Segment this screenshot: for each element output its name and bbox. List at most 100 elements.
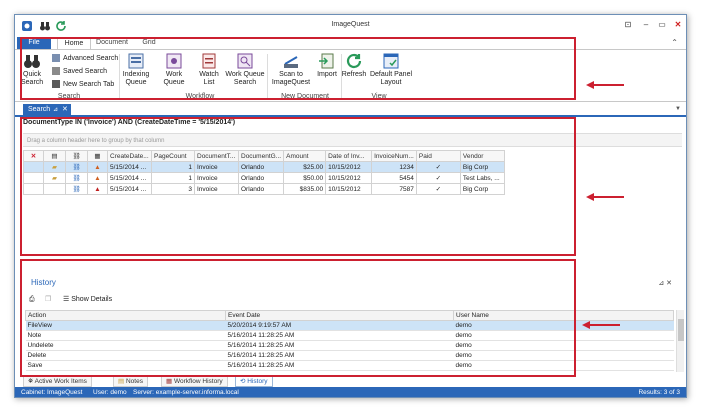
col-documentgroup[interactable]: DocumentG... — [237, 150, 285, 162]
col-documenttype[interactable]: DocumentT... — [194, 150, 239, 162]
row-marker — [23, 172, 44, 184]
cell-pagecount: 1 — [151, 172, 195, 184]
tab-workflow-history[interactable]: ▦ Workflow History — [161, 375, 228, 387]
watch-list-button[interactable]: Watch List — [197, 52, 221, 87]
advanced-search-button[interactable]: Advanced Search — [51, 53, 118, 65]
col-vendor[interactable]: Vendor — [459, 150, 505, 162]
new-search-tab-button[interactable]: New Search Tab — [51, 79, 114, 91]
cell-invoice-number: 1234 — [371, 161, 417, 173]
list-item[interactable]: Undelete 5/16/2014 11:28:25 AM demo — [25, 340, 674, 351]
refresh-button[interactable]: Refresh — [341, 52, 367, 79]
minimize-button[interactable]: – — [639, 18, 653, 31]
cell-action: Delete — [25, 350, 226, 361]
indexing-queue-button[interactable]: Indexing Queue — [121, 52, 151, 87]
document-column-icon[interactable]: ▦ — [87, 150, 108, 162]
tab-search[interactable]: Search ⊿ ✕ — [23, 104, 71, 116]
list-item[interactable]: Delete 5/16/2014 11:28:25 AM demo — [25, 350, 674, 361]
cell-invoice-number: 5454 — [371, 172, 417, 184]
quick-search-button[interactable]: Quick Search — [21, 52, 43, 87]
cell-documenttype: Invoice — [194, 172, 239, 184]
col-invoice-date[interactable]: Date of Inv... — [325, 150, 373, 162]
col-amount[interactable]: Amount — [283, 150, 327, 162]
tab-home[interactable]: Home — [57, 37, 91, 49]
group-label-workflow: Workflow — [185, 93, 215, 100]
folder-column-icon[interactable]: ▤ — [43, 150, 66, 162]
tab-menu-icon[interactable]: ▼ — [675, 106, 681, 112]
new-tab-icon — [52, 80, 60, 89]
col-createdate[interactable]: CreateDate... — [107, 150, 152, 162]
group-label-view: View — [371, 93, 387, 100]
row-marker — [23, 183, 44, 195]
cell-invoice-date: 10/15/2012 — [325, 172, 373, 184]
default-panel-layout-button[interactable]: Default Panel Layout — [369, 52, 413, 87]
col-user-name[interactable]: User Name — [453, 310, 674, 321]
table-row[interactable]: ⛓ ▲ 5/15/2014 ... 3 Invoice Orlando $835… — [23, 183, 505, 195]
tab-file[interactable]: File — [17, 37, 51, 49]
image-file-icon: ▲ — [87, 172, 108, 184]
new-search-tab-label: New Search Tab — [63, 81, 115, 88]
cell-invoice-number: 7587 — [371, 183, 417, 195]
table-row[interactable]: ▰ ⛓ ▲ 5/15/2014 ... 1 Invoice Orlando $2… — [23, 161, 505, 173]
print-icon[interactable]: ⎙ — [29, 295, 35, 305]
cell-user: demo — [453, 360, 674, 371]
col-pagecount[interactable]: PageCount — [151, 150, 195, 162]
tab-grid[interactable]: Grid — [135, 37, 163, 49]
tab-active-work-items[interactable]: ⛯ Active Work Items — [23, 375, 92, 387]
col-event-date[interactable]: Event Date — [225, 310, 454, 321]
restore-layout-icon[interactable]: ⊡ — [621, 18, 635, 31]
list-item[interactable]: FileView 5/20/2014 9:19:57 AM demo — [25, 320, 674, 331]
image-file-icon: ▲ — [87, 161, 108, 173]
paid-checkbox[interactable]: ✓ — [415, 183, 461, 195]
history-panel-controls[interactable]: ⊿ ✕ — [658, 279, 672, 287]
history-grid: Action Event Date User Name FileView 5/2… — [25, 310, 674, 371]
paid-checkbox[interactable]: ✓ — [415, 161, 461, 173]
clear-filter-icon[interactable]: ✕ — [23, 150, 44, 162]
link-column-icon[interactable]: ⛓ — [65, 150, 88, 162]
status-cabinet: Cabinet: ImageQuest — [21, 389, 83, 396]
ribbon: Quick Search Advanced Search Saved Searc… — [15, 49, 686, 102]
col-invoice-number[interactable]: InvoiceNum... — [371, 150, 417, 162]
scan-button[interactable]: Scan to ImageQuest — [269, 52, 313, 87]
tab-history[interactable]: ⟲ History — [235, 375, 273, 387]
close-button[interactable]: ✕ — [671, 18, 685, 31]
search-filter-expression: DocumentType IN ('Invoice') AND (CreateD… — [23, 119, 236, 126]
binoculars-icon — [24, 55, 40, 68]
work-queue-button[interactable]: Work Queue — [156, 52, 192, 87]
saved-search-button[interactable]: Saved Search — [51, 66, 107, 78]
saved-search-icon — [52, 67, 60, 76]
tab-notes[interactable]: ▤ Notes — [113, 375, 148, 387]
cell-createdate: 5/15/2014 ... — [107, 183, 152, 195]
copy-icon[interactable]: ❐ — [45, 295, 51, 305]
import-button[interactable]: Import — [315, 52, 339, 79]
title-bar: ImageQuest ⊡ – ▭ ✕ — [15, 15, 686, 37]
tab-notes-label: Notes — [125, 378, 143, 385]
col-paid[interactable]: Paid — [415, 150, 461, 162]
close-tab-icon[interactable]: ✕ — [62, 104, 68, 116]
pin-icon[interactable]: ⊿ — [53, 104, 58, 116]
col-action[interactable]: Action — [25, 310, 226, 321]
refresh-label: Refresh — [341, 71, 367, 78]
work-queue-search-button[interactable]: Work Queue Search — [225, 52, 265, 87]
list-item[interactable]: Note 5/16/2014 11:28:25 AM demo — [25, 330, 674, 341]
cell-pagecount: 3 — [151, 183, 195, 195]
work-items-icon: ⛯ — [28, 378, 34, 385]
cell-vendor: Big Corp — [459, 183, 505, 195]
cell-event-date: 5/16/2014 11:28:25 AM — [225, 350, 454, 361]
table-row[interactable]: ▰ ⛓ ▲ 5/15/2014 ... 1 Invoice Orlando $5… — [23, 172, 505, 184]
tab-document[interactable]: Document — [93, 37, 131, 49]
history-scrollbar[interactable] — [676, 310, 684, 372]
link-icon: ⛓ — [65, 172, 88, 184]
cell-invoice-date: 10/15/2012 — [325, 161, 373, 173]
maximize-button[interactable]: ▭ — [655, 18, 669, 31]
list-item[interactable]: Save 5/16/2014 11:28:25 AM demo — [25, 360, 674, 371]
scrollbar-thumb[interactable] — [678, 319, 684, 341]
cell-vendor: Test Labs, ... — [459, 172, 505, 184]
show-details-button[interactable]: ☰ Show Details — [63, 295, 112, 305]
collapse-ribbon-icon[interactable]: ⌃ — [671, 38, 678, 47]
group-by-panel[interactable]: Drag a column header here to group by th… — [23, 133, 682, 147]
cell-createdate: 5/15/2014 ... — [107, 172, 152, 184]
notes-icon: ▤ — [118, 378, 125, 385]
scanner-icon — [284, 56, 298, 68]
paid-checkbox[interactable]: ✓ — [415, 172, 461, 184]
app-window: ImageQuest ⊡ – ▭ ✕ File Home Document Gr… — [14, 14, 687, 398]
